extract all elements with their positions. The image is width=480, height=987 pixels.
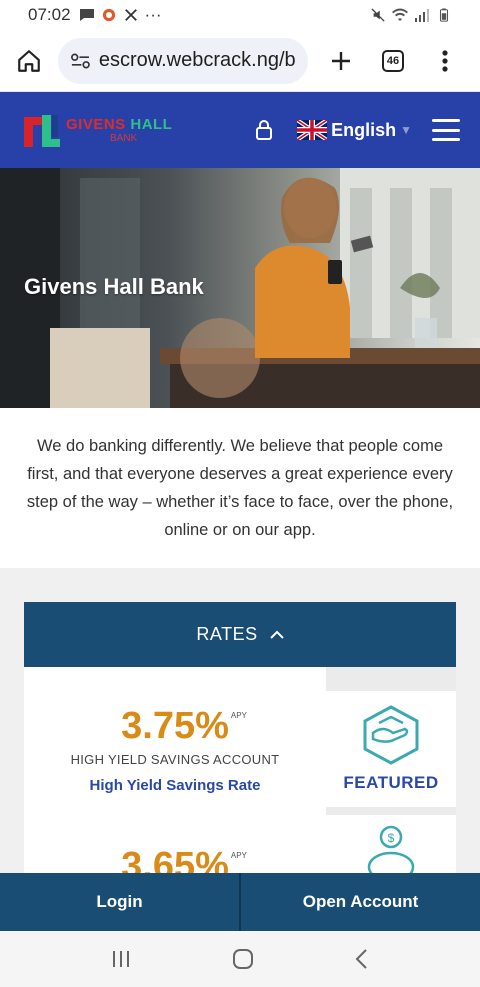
svg-text:$: $	[388, 831, 395, 845]
rate-badge-panel: FEATURED	[326, 667, 456, 807]
logo-text: GIVENS HALL BANK	[66, 117, 172, 144]
notification-icons: ···	[79, 5, 162, 25]
hand-box-icon	[363, 705, 419, 765]
rate-info: 3.65% APY	[24, 845, 326, 874]
open-account-button[interactable]: Open Account	[239, 873, 480, 931]
logo-word-bank: BANK	[110, 132, 138, 144]
home-icon	[18, 49, 40, 72]
back-icon[interactable]	[354, 948, 370, 970]
chevron-up-icon	[269, 630, 284, 639]
logo-word-givens: GIVENS	[66, 115, 126, 133]
url-text: escrow.webcrack.ng/ba	[98, 49, 296, 71]
apy-label: APY	[230, 711, 247, 720]
menu-bar	[432, 128, 460, 132]
rates-card: RATES 3.75% APY HIGH YIELD SAVINGS ACCOU…	[24, 602, 456, 874]
login-button[interactable]: Login	[0, 873, 239, 931]
rate-row: 3.65% APY $	[24, 807, 456, 874]
language-selector[interactable]: English ▼	[297, 120, 412, 141]
tab-switcher-button[interactable]: 46	[378, 46, 408, 76]
recent-apps-icon[interactable]	[110, 949, 132, 969]
login-lock-button[interactable]	[251, 117, 277, 143]
hero-title: Givens Hall Bank	[24, 274, 204, 299]
more-vert-icon	[442, 49, 448, 72]
wifi-icon	[392, 8, 408, 21]
site-settings-icon[interactable]	[70, 50, 91, 72]
system-navigation-bar	[0, 931, 480, 987]
x-icon	[124, 9, 137, 21]
app-notification-icon	[102, 8, 115, 22]
menu-bar	[432, 119, 460, 122]
featured-badge: FEATURED	[326, 691, 456, 807]
address-bar[interactable]: escrow.webcrack.ng/ba	[58, 37, 308, 84]
featured-label: FEATURED	[343, 773, 439, 792]
logo-mark-icon	[24, 115, 60, 147]
rate-value: 3.65% APY	[121, 845, 247, 874]
menu-bar	[432, 138, 460, 141]
hamburger-menu-button[interactable]	[432, 119, 460, 141]
browser-menu-button[interactable]	[430, 46, 460, 76]
browser-toolbar: escrow.webcrack.ng/ba 46	[0, 30, 480, 92]
signal-icon	[415, 9, 429, 22]
chevron-down-icon: ▼	[400, 123, 412, 137]
system-icons	[370, 8, 452, 22]
home-button[interactable]	[14, 46, 44, 76]
language-label: English	[331, 119, 397, 140]
new-tab-button[interactable]	[326, 46, 356, 76]
rate-row: 3.75% APY HIGH YIELD SAVINGS ACCOUNT Hig…	[24, 667, 456, 807]
status-time: 07:02	[28, 5, 71, 24]
mute-icon	[371, 8, 385, 22]
rates-toggle[interactable]: RATES	[24, 602, 456, 667]
uk-flag-icon	[297, 120, 328, 140]
tabs-count: 46	[382, 49, 404, 72]
rate-info: 3.75% APY HIGH YIELD SAVINGS ACCOUNT Hig…	[24, 705, 326, 794]
page: 07:02 ··· escrow.webcrack.ng/ba 46 GIVEN…	[0, 0, 480, 987]
bank-logo[interactable]: GIVENS HALL BANK	[22, 111, 172, 149]
intro-paragraph: We do banking differently. We believe th…	[26, 437, 454, 539]
plus-icon	[332, 51, 350, 70]
rate-link[interactable]: High Yield Savings Rate	[24, 777, 326, 794]
home-nav-icon[interactable]	[232, 948, 254, 970]
message-icon	[79, 9, 94, 21]
more-notifications-icon: ···	[144, 5, 162, 24]
logo-word-hall: HALL	[130, 115, 173, 133]
lock-icon	[256, 120, 273, 140]
rate-badge-panel: $	[326, 807, 456, 874]
battery-icon	[439, 8, 449, 22]
piggy-bank-icon: $	[367, 825, 415, 874]
piggy-badge: $	[326, 815, 456, 874]
apy-label: APY	[230, 851, 247, 860]
rate-account-name: HIGH YIELD SAVINGS ACCOUNT	[70, 752, 280, 767]
rate-value: 3.75% APY	[121, 705, 247, 747]
hero-banner: Givens Hall Bank	[0, 168, 480, 408]
status-bar: 07:02 ···	[0, 0, 480, 30]
rates-title: RATES	[196, 624, 258, 644]
site-header: GIVENS HALL BANK English ▼	[0, 92, 480, 168]
bottom-action-bar: Login Open Account	[0, 873, 480, 931]
